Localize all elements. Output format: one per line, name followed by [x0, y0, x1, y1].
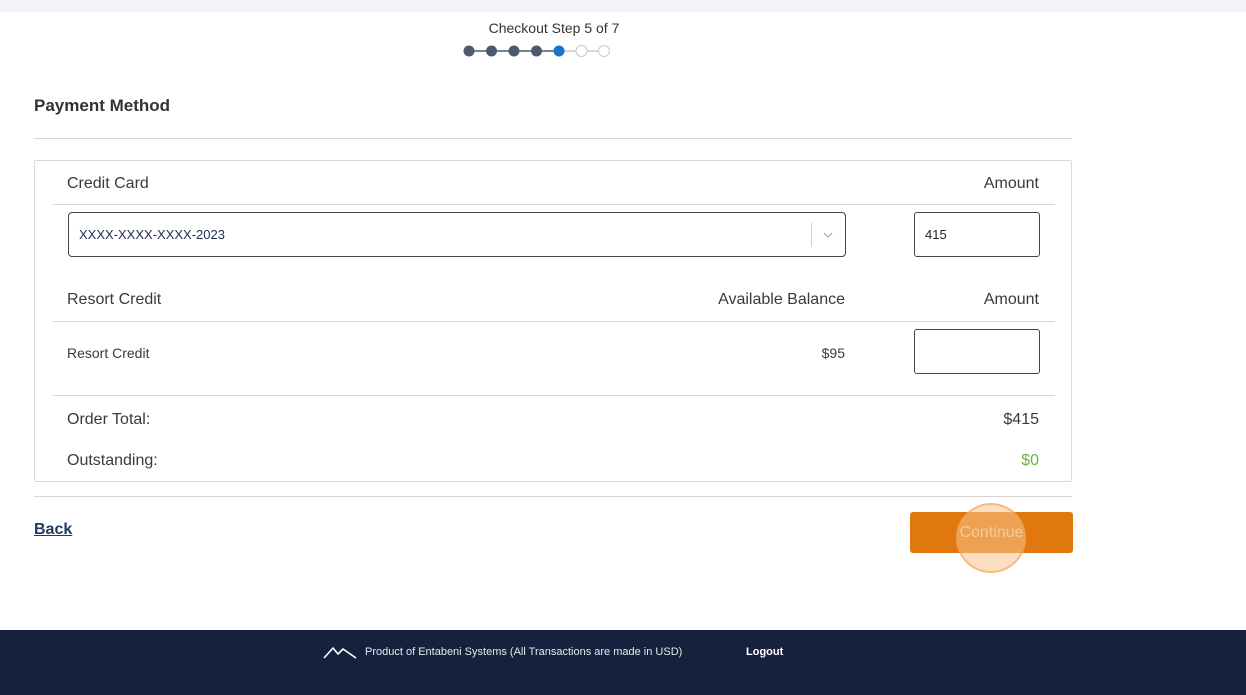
checkout-step-label: Checkout Step 5 of 7 [488, 20, 620, 36]
footer: Product of Entabeni Systems (All Transac… [0, 630, 1246, 695]
outstanding-value: $0 [1021, 452, 1039, 469]
order-total-label: Order Total: [67, 411, 151, 428]
top-strip [0, 0, 1246, 12]
available-balance-header: Available Balance [718, 291, 845, 308]
resort-credit-row-label: Resort Credit [67, 345, 150, 361]
payment-panel: Credit Card Amount XXXX-XXXX-XXXX-2023 R… [34, 160, 1072, 482]
resort-credit-balance-value: $95 [821, 345, 845, 361]
step-dot-4 [531, 45, 542, 57]
step-dot-3 [508, 45, 520, 57]
actions-divider [34, 496, 1072, 497]
resort-credit-header: Resort Credit [67, 291, 162, 308]
page-title: Payment Method [34, 96, 171, 115]
totals-divider [52, 395, 1055, 396]
step-dots-svg [463, 45, 610, 57]
credit-card-selected-value: XXXX-XXXX-XXXX-2023 [79, 227, 225, 242]
footer-text: Product of Entabeni Systems (All Transac… [365, 646, 683, 658]
checkout-step-indicator [462, 44, 652, 58]
outstanding-label: Outstanding: [67, 452, 158, 469]
chevron-down-icon[interactable] [819, 225, 837, 245]
step-dot-7 [598, 45, 610, 57]
mountain-logo-icon [323, 644, 357, 660]
resort-credit-amount-header: Amount [983, 291, 1039, 308]
credit-card-amount-header: Amount [983, 175, 1039, 192]
back-link[interactable]: Back [34, 521, 72, 539]
select-separator [811, 223, 812, 247]
step-dot-6 [575, 45, 588, 57]
credit-card-select[interactable]: XXXX-XXXX-XXXX-2023 [68, 212, 846, 257]
credit-card-header: Credit Card [67, 175, 149, 192]
step-dot-5 [553, 45, 565, 57]
credit-card-amount-input[interactable] [914, 212, 1040, 257]
order-total-value: $415 [1003, 411, 1039, 428]
continue-button[interactable]: Continue [910, 512, 1073, 553]
credit-card-divider [52, 204, 1055, 205]
step-dot-2 [486, 45, 497, 57]
title-divider [34, 138, 1072, 139]
resort-credit-amount-input[interactable] [914, 329, 1040, 374]
resort-credit-divider [52, 321, 1055, 322]
logout-link[interactable]: Logout [746, 646, 783, 658]
step-dot-1 [463, 45, 475, 57]
